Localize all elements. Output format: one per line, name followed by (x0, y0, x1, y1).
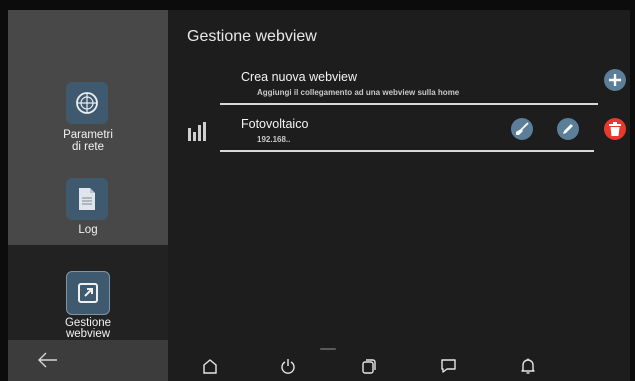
webview-item[interactable]: Fotovoltaico 192.168.. (220, 115, 598, 153)
message-icon[interactable] (440, 358, 457, 374)
sidebar-item-label: di rete (72, 141, 104, 153)
recents-icon[interactable] (361, 358, 377, 374)
sidebar-item-network-params[interactable]: Parametri di rete (8, 72, 168, 168)
trash-icon (609, 122, 621, 136)
sidebar-item-label: webview (65, 328, 111, 340)
divider (220, 103, 598, 105)
clear-cache-button[interactable] (511, 118, 533, 140)
plus-icon (609, 74, 621, 86)
bars-icon (188, 122, 206, 141)
webview-icon (66, 271, 110, 315)
add-webview-button[interactable] (604, 69, 626, 91)
network-icon (66, 82, 108, 124)
webview-address: 192.168.. (257, 135, 291, 144)
navigation-bar (168, 350, 630, 381)
back-button[interactable] (8, 340, 168, 381)
page-title: Gestione webview (187, 28, 317, 45)
edit-webview-button[interactable] (557, 118, 579, 140)
power-icon[interactable] (280, 358, 296, 374)
pencil-icon (563, 124, 573, 134)
sidebar-item-webview-management[interactable]: Gestione webview (8, 245, 168, 340)
sidebar-item-label: Log (78, 224, 98, 236)
home-icon[interactable] (202, 358, 218, 374)
document-icon (66, 178, 108, 220)
sidebar-item-log[interactable]: Log (8, 168, 168, 238)
divider (220, 150, 594, 152)
screen: Parametri di rete Log Gestione webview G… (8, 10, 630, 381)
create-webview-subtitle: Aggiungi il collegamento ad una webview … (257, 88, 460, 97)
bell-icon[interactable] (520, 358, 536, 375)
webview-name: Fotovoltaico (241, 117, 309, 131)
back-arrow-icon (38, 352, 57, 368)
broom-icon (516, 122, 529, 135)
sidebar: Parametri di rete Log Gestione webview (8, 10, 168, 340)
delete-webview-button[interactable] (604, 118, 626, 140)
create-webview-row[interactable]: Crea nuova webview Aggiungi il collegame… (220, 68, 598, 106)
create-webview-title: Crea nuova webview (241, 70, 358, 84)
sidebar-item-label: Parametri (63, 129, 113, 141)
